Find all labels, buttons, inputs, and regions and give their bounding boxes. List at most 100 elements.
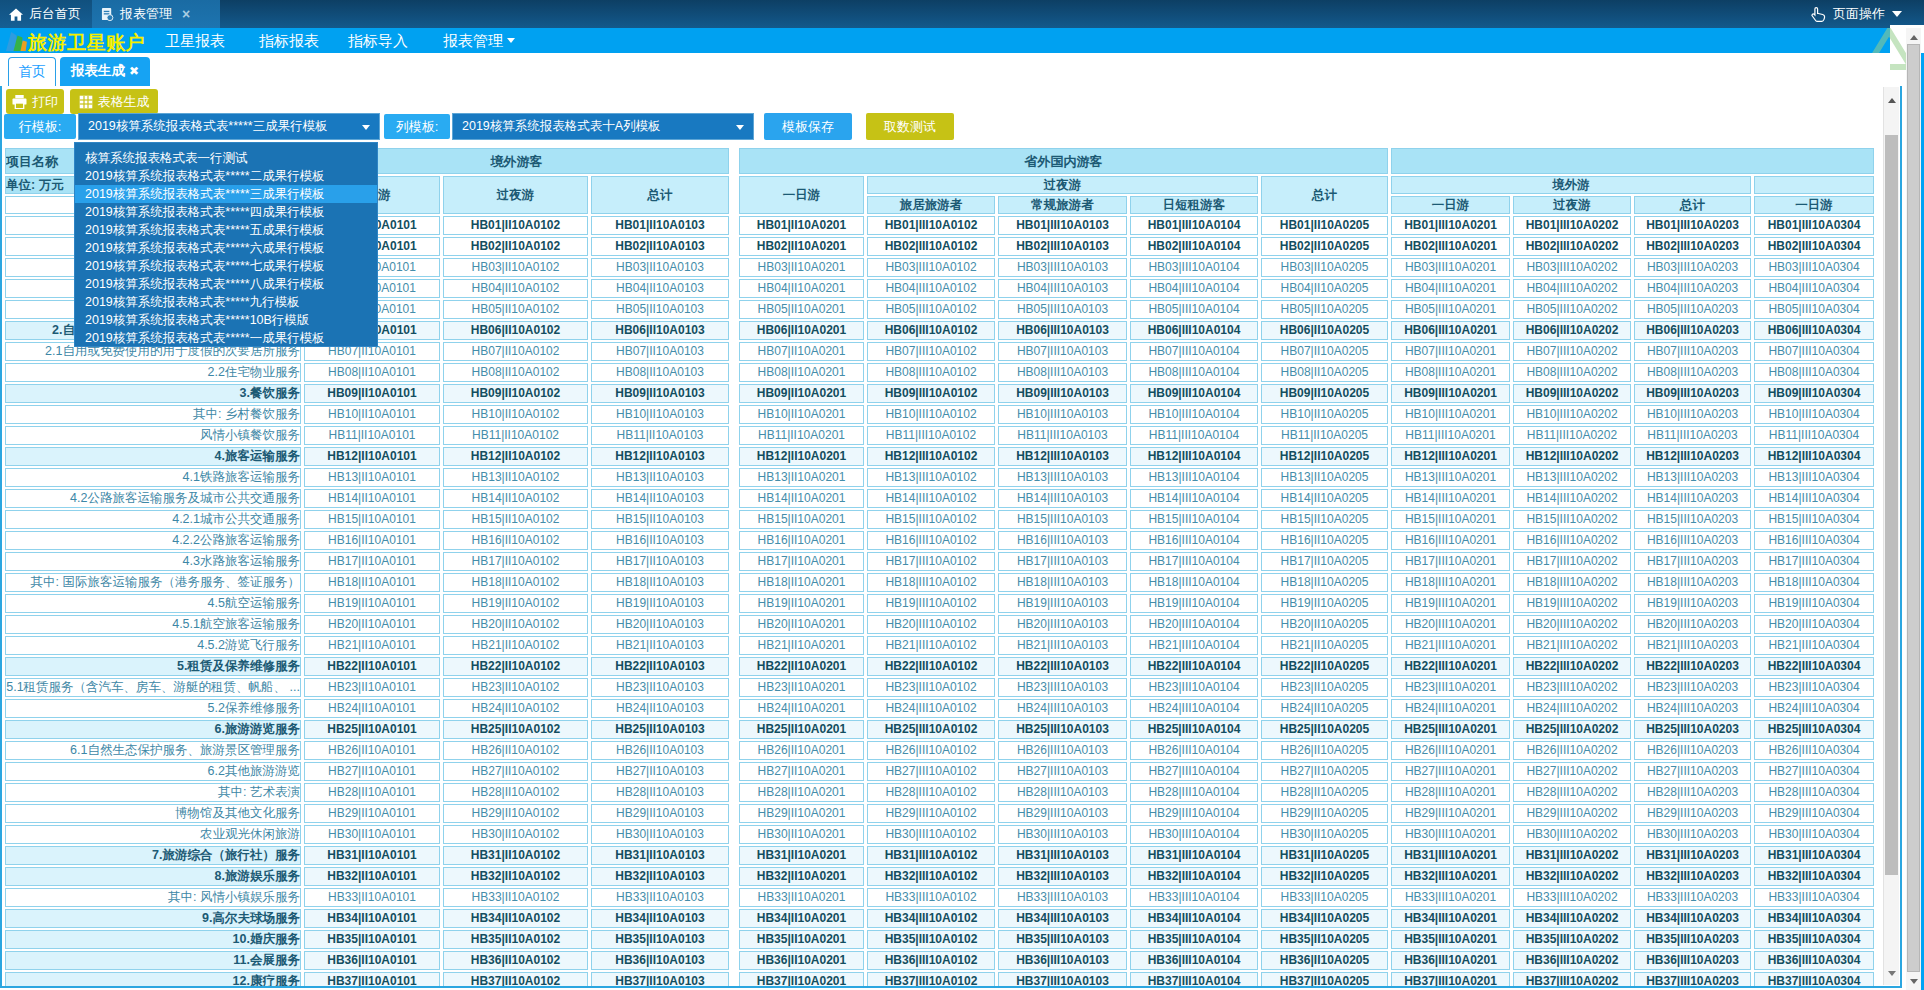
code-cell: HB36|II10A0103: [591, 951, 729, 970]
code-cell: HB01|III10A0104: [1130, 216, 1258, 235]
code-cell: HB09|III10A0201: [1391, 384, 1510, 403]
table-scrollbar-thumb[interactable]: [1885, 135, 1898, 875]
tab-report-generation[interactable]: 报表生成✖: [60, 57, 150, 86]
row-label: 8.旅游娱乐服务: [5, 867, 301, 886]
code-cell: HB32|III10A0103: [998, 867, 1127, 886]
page-operations-menu[interactable]: 页面操作: [1811, 0, 1902, 28]
code-cell: HB11|III10A0103: [998, 426, 1127, 445]
code-cell: HB15|III10A0104: [1130, 510, 1258, 529]
code-cell: HB14|II10A0205: [1261, 489, 1388, 508]
page-scroll-up-icon[interactable]: [1906, 28, 1921, 42]
code-cell: HB07|III10A0304: [1754, 342, 1874, 361]
code-cell: HB37|III10A0304: [1754, 972, 1874, 986]
code-cell: HB35|II10A0102: [443, 930, 588, 949]
scroll-down-icon[interactable]: [1884, 968, 1900, 982]
row-label: 4.2.2公路旅客运输服务: [5, 531, 301, 550]
code-cell: HB15|III10A0203: [1634, 510, 1751, 529]
window-topbar: 后台首页 报表管理 × 页面操作: [0, 0, 1924, 28]
code-cell: HB19|II10A0205: [1261, 594, 1388, 613]
code-cell: HB18|III10A0104: [1130, 573, 1258, 592]
code-cell: HB31|II10A0201: [739, 846, 864, 865]
fetch-test-button[interactable]: 取数测试: [866, 113, 954, 140]
code-cell: HB04|III10A0104: [1130, 279, 1258, 298]
code-cell: HB04|III10A0203: [1634, 279, 1751, 298]
code-cell: HB30|III10A0203: [1634, 825, 1751, 844]
code-cell: HB02|III10A0102: [867, 237, 995, 256]
code-cell: HB17|III10A0102: [867, 552, 995, 571]
row-label: 其中: 艺术表演: [5, 783, 301, 802]
code-cell: HB28|III10A0104: [1130, 783, 1258, 802]
tab-home[interactable]: 首页: [8, 57, 56, 86]
code-cell: HB24|III10A0202: [1513, 699, 1631, 718]
code-cell: HB36|III10A0304: [1754, 951, 1874, 970]
code-cell: HB15|III10A0102: [867, 510, 995, 529]
code-cell: HB20|III10A0201: [1391, 615, 1510, 634]
code-cell: HB10|III10A0203: [1634, 405, 1751, 424]
save-template-button[interactable]: 模板保存: [764, 113, 852, 140]
page-operations-label: 页面操作: [1833, 5, 1885, 23]
code-cell: HB29|II10A0102: [443, 804, 588, 823]
code-cell: HB27|II10A0102: [443, 762, 588, 781]
tab-close-icon[interactable]: ✖: [129, 64, 139, 78]
print-button[interactable]: 打印: [6, 89, 64, 114]
nav-indicator-reports[interactable]: 指标报表: [259, 28, 319, 53]
page-scroll-down-icon[interactable]: [1906, 976, 1921, 990]
code-cell: HB12|III10A0104: [1130, 447, 1258, 466]
row-label: 9.高尔夫球场服务: [5, 909, 301, 928]
code-cell: HB31|III10A0104: [1130, 846, 1258, 865]
code-cell: HB25|II10A0102: [443, 720, 588, 739]
col-template-select[interactable]: 2019核算系统报表格式表十A列模板: [452, 113, 754, 140]
row-template-dropdown-list[interactable]: 核算系统报表格式表一行测试 2019核算系统报表格式表*****二成果行模板 2…: [74, 142, 378, 347]
topbar-tab-close-icon[interactable]: ×: [182, 6, 190, 22]
code-cell: HB30|III10A0104: [1130, 825, 1258, 844]
row-label: 6.2其他旅游游览: [5, 762, 301, 781]
code-cell: HB01|II10A0205: [1261, 216, 1388, 235]
code-cell: HB29|II10A0201: [739, 804, 864, 823]
row-label: 12.康疗服务: [5, 972, 301, 986]
code-cell: HB27|II10A0201: [739, 762, 864, 781]
code-cell: HB36|III10A0102: [867, 951, 995, 970]
code-cell: HB26|III10A0203: [1634, 741, 1751, 760]
code-cell: HB13|II10A0103: [591, 468, 729, 487]
code-cell: HB20|III10A0103: [998, 615, 1127, 634]
page-scrollbar[interactable]: [1906, 28, 1921, 990]
code-cell: HB17|II10A0101: [304, 552, 440, 571]
code-cell: HB29|III10A0104: [1130, 804, 1258, 823]
code-cell: HB04|III10A0103: [998, 279, 1127, 298]
code-cell: HB11|II10A0201: [739, 426, 864, 445]
code-cell: HB12|III10A0103: [998, 447, 1127, 466]
code-cell: HB25|III10A0203: [1634, 720, 1751, 739]
code-cell: HB37|II10A0103: [591, 972, 729, 986]
topbar-tab-backend-home[interactable]: 后台首页: [0, 0, 94, 28]
table-scrollbar[interactable]: [1883, 87, 1899, 985]
code-cell: HB13|III10A0203: [1634, 468, 1751, 487]
row-template-options[interactable]: 核算系统报表格式表一行测试 2019核算系统报表格式表*****二成果行模板 2…: [75, 149, 377, 347]
nav-report-mgmt[interactable]: 报表管理: [443, 28, 515, 53]
code-cell: HB24|III10A0304: [1754, 699, 1874, 718]
code-cell: HB26|II10A0103: [591, 741, 729, 760]
code-cell: HB05|III10A0202: [1513, 300, 1631, 319]
row-template-select[interactable]: 2019核算系统报表格式表*****三成果行模板: [78, 113, 380, 140]
code-cell: HB09|III10A0203: [1634, 384, 1751, 403]
code-cell: HB04|III10A0201: [1391, 279, 1510, 298]
code-cell: HB14|III10A0104: [1130, 489, 1258, 508]
code-cell: HB08|II10A0201: [739, 363, 864, 382]
nav-satellite-reports[interactable]: 卫星报表: [165, 28, 225, 53]
code-cell: HB08|III10A0102: [867, 363, 995, 382]
code-cell: HB16|III10A0102: [867, 531, 995, 550]
code-cell: HB10|II10A0103: [591, 405, 729, 424]
scroll-up-icon[interactable]: [1884, 91, 1900, 105]
code-cell: HB27|III10A0104: [1130, 762, 1258, 781]
code-cell: HB16|III10A0103: [998, 531, 1127, 550]
nav-indicator-import[interactable]: 指标导入: [348, 28, 408, 53]
code-cell: HB10|III10A0102: [867, 405, 995, 424]
page-scrollbar-thumb[interactable]: [1907, 44, 1920, 972]
generate-table-button[interactable]: 表格生成: [70, 89, 158, 114]
code-cell: HB35|II10A0103: [591, 930, 729, 949]
col-header: 过夜游: [1513, 196, 1631, 214]
topbar-tab-report-mgmt[interactable]: 报表管理 ×: [92, 0, 220, 28]
code-cell: HB11|II10A0102: [443, 426, 588, 445]
code-cell: HB28|II10A0102: [443, 783, 588, 802]
code-cell: HB17|III10A0202: [1513, 552, 1631, 571]
code-cell: HB37|II10A0102: [443, 972, 588, 986]
